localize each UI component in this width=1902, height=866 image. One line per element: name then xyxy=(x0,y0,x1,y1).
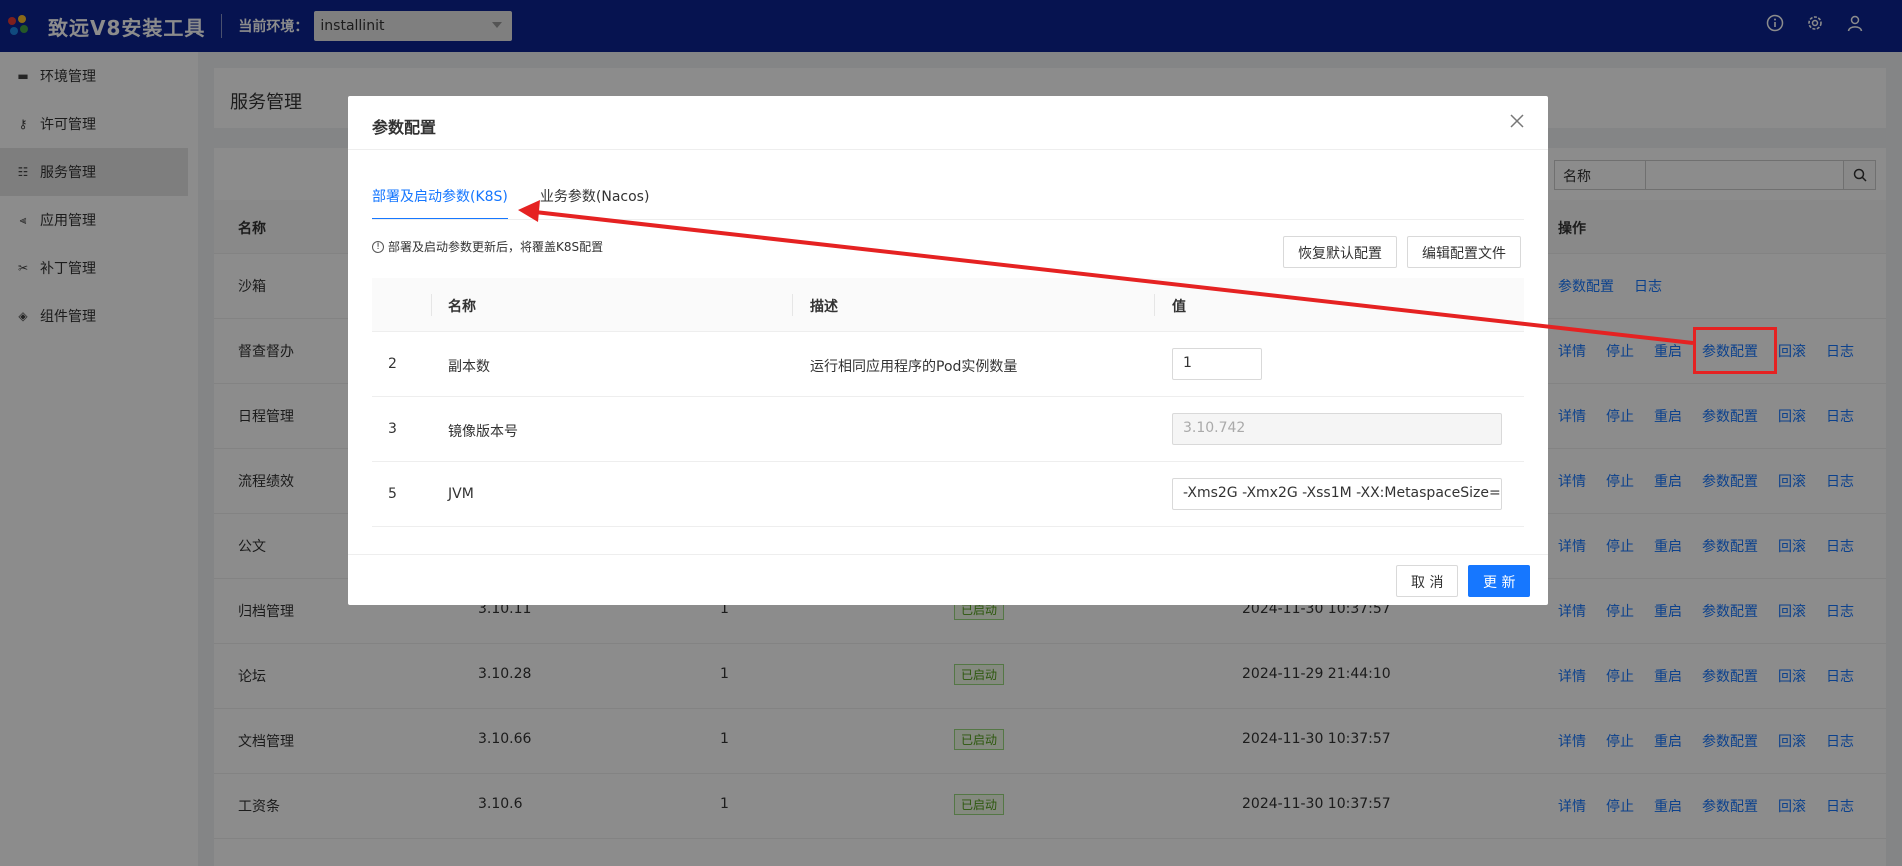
info-icon: ! xyxy=(372,240,384,253)
col-value-header: 值 xyxy=(1172,299,1186,315)
row-name: 镜像版本号 xyxy=(448,424,518,440)
update-button[interactable]: 更 新 xyxy=(1468,565,1531,597)
tab-k8s-params[interactable]: 部署及启动参数(K8S) xyxy=(372,186,508,220)
col-desc-header: 描述 xyxy=(810,299,838,315)
tabs-divider xyxy=(372,219,1524,220)
params-config-modal: 参数配置 部署及启动参数(K8S) 业务参数(Nacos) ! 部署及启动参数更… xyxy=(348,96,1548,605)
row-index: 2 xyxy=(388,356,397,372)
override-note: ! 部署及启动参数更新后，将覆盖K8S配置 xyxy=(372,238,603,255)
row-desc: 运行相同应用程序的Pod实例数量 xyxy=(810,359,1018,375)
image-version-input: 3.10.742 xyxy=(1172,413,1502,445)
table-row: 3 镜像版本号 3.10.742 xyxy=(372,397,1524,462)
annotation-highlight-box xyxy=(1693,327,1777,374)
modal-header: 参数配置 xyxy=(348,96,1548,150)
cancel-button[interactable]: 取 消 xyxy=(1396,565,1459,597)
row-index: 3 xyxy=(388,421,397,437)
modal-title: 参数配置 xyxy=(372,118,437,137)
close-icon[interactable] xyxy=(1508,112,1526,130)
edit-config-file-button[interactable]: 编辑配置文件 xyxy=(1407,236,1521,268)
jvm-options-input[interactable]: -Xms2G -Xmx2G -Xss1M -XX:MetaspaceSize=5 xyxy=(1172,478,1502,510)
table-row: 2 副本数 运行相同应用程序的Pod实例数量 1 xyxy=(372,332,1524,397)
params-table-header: 名称 描述 值 xyxy=(372,278,1524,332)
row-index: 5 xyxy=(388,486,397,502)
row-name: 副本数 xyxy=(448,359,490,375)
override-note-text: 部署及启动参数更新后，将覆盖K8S配置 xyxy=(388,240,604,254)
row-name: JVM xyxy=(448,486,474,502)
column-divider xyxy=(1154,294,1155,316)
modal-tabs: 部署及启动参数(K8S) 业务参数(Nacos) xyxy=(372,186,649,220)
replica-count-input[interactable]: 1 xyxy=(1172,348,1262,380)
restore-default-button[interactable]: 恢复默认配置 xyxy=(1283,236,1397,268)
column-divider xyxy=(431,294,432,316)
col-name-header: 名称 xyxy=(448,299,476,315)
tab-nacos-params[interactable]: 业务参数(Nacos) xyxy=(540,186,650,220)
table-row: 5 JVM -Xms2G -Xmx2G -Xss1M -XX:Metaspace… xyxy=(372,462,1524,527)
column-divider xyxy=(792,294,793,316)
modal-footer: 取 消 更 新 xyxy=(348,554,1548,605)
